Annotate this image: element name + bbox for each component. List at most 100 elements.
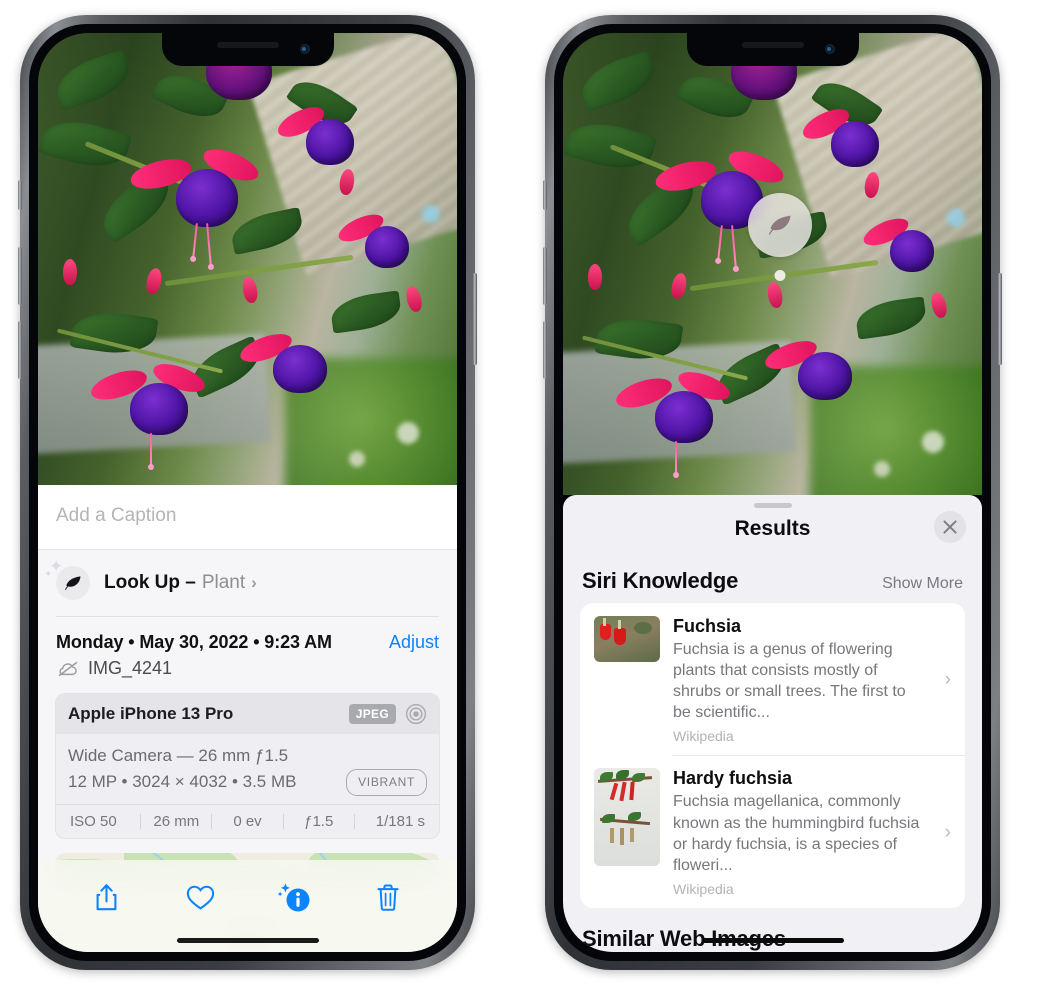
delete-button[interactable] <box>365 874 411 920</box>
power-button[interactable] <box>998 273 1002 365</box>
filename: IMG_4241 <box>88 658 173 678</box>
front-camera <box>299 44 310 54</box>
flower-corolla <box>889 229 934 272</box>
iphone-right-device: Results Siri Knowledge Show More Fuchsia… <box>543 15 1002 970</box>
knowledge-source: Wikipedia <box>673 728 734 745</box>
right-screen: Results Siri Knowledge Show More Fuchsia… <box>563 33 982 952</box>
look-up-label-group: Look Up – Plant › <box>104 572 257 594</box>
camera-info-card: Apple iPhone 13 Pro JPEG Wide Camera — 2… <box>55 693 440 839</box>
knowledge-title: Fuchsia <box>673 616 742 636</box>
knowledge-body: Fuchsia Fuchsia is a genus of flowering … <box>673 616 932 744</box>
device-bezel: Add a Caption ✦ ✦ Look Up – Plant › Mond… <box>29 24 466 961</box>
flower-stamen <box>673 440 680 478</box>
chevron-right-icon: › <box>251 573 257 592</box>
volume-up-button[interactable] <box>18 247 22 305</box>
hardy-fuchsia-specimen-thumbnail <box>594 768 660 867</box>
knowledge-description: Fuchsia magellanica, commonly known as t… <box>673 793 920 874</box>
flower-bud <box>588 264 603 290</box>
list-item[interactable]: Fuchsia Fuchsia is a genus of flowering … <box>580 603 965 755</box>
photo-viewer[interactable] <box>563 33 982 495</box>
chevron-right-icon: › <box>944 669 951 691</box>
knowledge-description: Fuchsia is a genus of flowering plants t… <box>673 641 906 722</box>
photo-info-sheet: Add a Caption ✦ ✦ Look Up – Plant › Mond… <box>38 485 457 952</box>
heart-icon <box>186 885 215 910</box>
caption-input[interactable]: Add a Caption <box>38 485 457 550</box>
volume-down-button[interactable] <box>543 321 547 379</box>
earpiece-speaker <box>741 42 804 48</box>
flower-corolla <box>130 383 189 436</box>
sparkle-icon: ✦ <box>44 569 53 580</box>
similar-web-images-header: Similar Web Images <box>563 908 982 952</box>
aperture-icon <box>405 703 427 725</box>
share-button[interactable] <box>84 874 130 920</box>
badge-pointer-dot <box>774 270 786 281</box>
exif-row: ISO 50 26 mm 0 ev ƒ1.5 1/181 s <box>56 803 439 838</box>
volume-down-button[interactable] <box>18 321 22 379</box>
photo-viewer[interactable] <box>38 33 457 485</box>
mute-switch[interactable] <box>543 180 547 210</box>
mute-switch[interactable] <box>18 180 22 210</box>
earpiece-speaker <box>216 42 279 48</box>
look-up-row[interactable]: ✦ ✦ Look Up – Plant › <box>38 550 457 616</box>
home-indicator[interactable] <box>176 938 319 943</box>
results-header: Results <box>563 508 982 550</box>
bokeh-light <box>422 204 441 223</box>
siri-knowledge-title: Siri Knowledge <box>582 568 739 593</box>
screenshot-stage: Add a Caption ✦ ✦ Look Up – Plant › Mond… <box>0 0 1055 985</box>
exif-aperture: ƒ1.5 <box>304 812 334 830</box>
share-icon <box>96 883 117 910</box>
iphone-left-device: Add a Caption ✦ ✦ Look Up – Plant › Mond… <box>18 15 477 970</box>
front-camera <box>824 44 835 54</box>
close-button[interactable] <box>934 511 966 543</box>
bokeh-light <box>947 208 966 227</box>
camera-specs: 12 MP • 3024 × 4032 • 3.5 MB <box>68 772 297 792</box>
results-title: Results <box>734 517 811 540</box>
lookup-leaf-badge: ✦ ✦ <box>44 558 90 600</box>
results-sheet: Results Siri Knowledge Show More Fuchsia… <box>563 495 982 952</box>
flower-corolla <box>655 390 714 443</box>
power-button[interactable] <box>473 273 477 365</box>
list-item[interactable]: Hardy fuchsia Fuchsia magellanica, commo… <box>580 755 965 907</box>
flower-corolla <box>306 119 355 166</box>
exif-shutter: 1/181 s <box>375 812 426 830</box>
camera-specs-row: 12 MP • 3024 × 4032 • 3.5 MB VIBRANT <box>68 769 427 796</box>
exif-iso: ISO 50 <box>70 812 117 830</box>
close-icon <box>943 520 957 534</box>
device-notch <box>161 33 334 66</box>
flower-bud <box>63 259 78 285</box>
left-screen: Add a Caption ✦ ✦ Look Up – Plant › Mond… <box>38 33 457 952</box>
flower-corolla <box>272 345 327 394</box>
flower-corolla <box>831 120 880 167</box>
trash-icon <box>377 884 399 911</box>
siri-knowledge-card: Fuchsia Fuchsia is a genus of flowering … <box>580 603 965 908</box>
volume-up-button[interactable] <box>543 247 547 305</box>
bokeh-light <box>348 450 365 467</box>
flower-stamen <box>148 433 155 471</box>
photo-date: Monday • May 30, 2022 • 9:23 AM <box>56 632 332 652</box>
info-sparkle-icon <box>278 882 310 911</box>
camera-body: Wide Camera — 26 mm ƒ1.5 12 MP • 3024 × … <box>56 734 439 804</box>
show-more-button[interactable]: Show More <box>882 575 963 593</box>
style-badge: VIBRANT <box>346 769 427 796</box>
visual-lookup-badge[interactable] <box>748 193 812 281</box>
adjust-button[interactable]: Adjust <box>389 632 439 653</box>
flower-corolla <box>176 168 239 227</box>
filename-row: IMG_4241 <box>38 655 457 693</box>
date-row: Monday • May 30, 2022 • 9:23 AM Adjust <box>38 617 457 655</box>
look-up-label: Look Up – <box>104 572 196 593</box>
flower-corolla <box>797 351 852 400</box>
siri-knowledge-header: Siri Knowledge Show More <box>563 550 982 603</box>
favorite-button[interactable] <box>178 874 224 920</box>
leaf-icon <box>768 215 791 235</box>
chevron-right-icon: › <box>944 821 951 843</box>
flower-corolla <box>364 225 409 268</box>
info-button[interactable] <box>271 874 317 920</box>
knowledge-source: Wikipedia <box>673 880 734 897</box>
exif-exposure: 0 ev <box>233 812 262 830</box>
leaf-icon <box>65 576 81 590</box>
fuchsia-red-flowers-thumbnail <box>594 616 660 662</box>
device-bezel: Results Siri Knowledge Show More Fuchsia… <box>554 24 991 961</box>
camera-model: Apple iPhone 13 Pro <box>68 704 234 723</box>
knowledge-body: Hardy fuchsia Fuchsia magellanica, commo… <box>673 768 932 896</box>
home-indicator[interactable] <box>701 938 844 943</box>
